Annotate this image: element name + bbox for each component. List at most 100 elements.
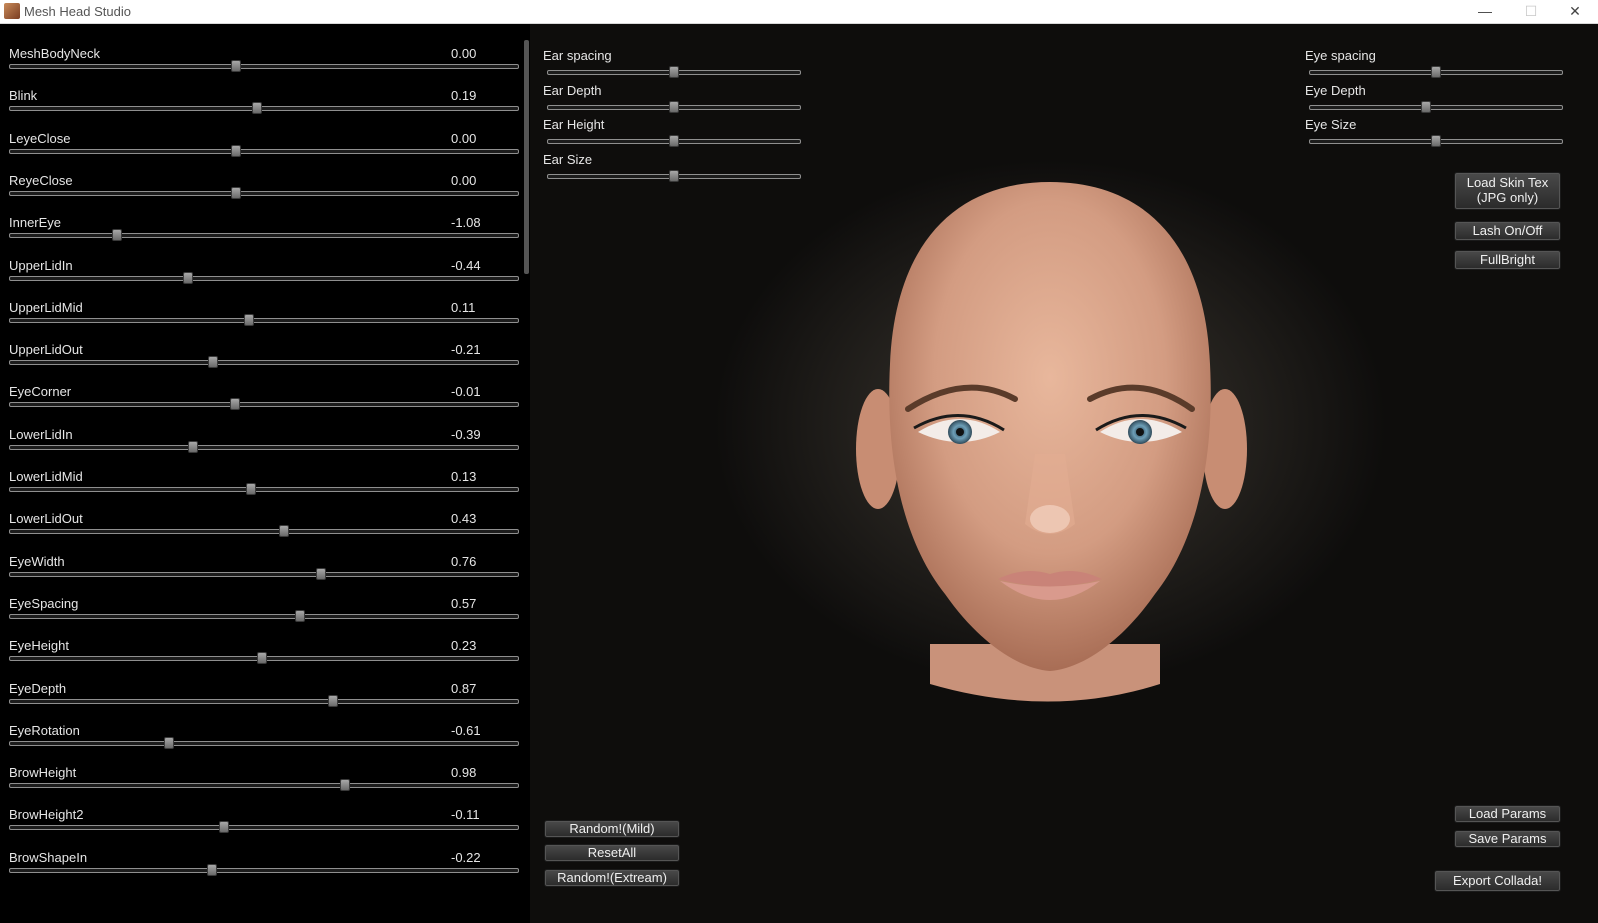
param-slider-track[interactable] xyxy=(9,740,519,746)
param-label: LeyeClose xyxy=(9,130,71,146)
param-slider-thumb[interactable] xyxy=(231,60,242,72)
param-label: UpperLidMid xyxy=(9,299,83,315)
param-value: -0.11 xyxy=(451,807,480,823)
param-slider-track[interactable] xyxy=(9,698,519,704)
param-slider-thumb[interactable] xyxy=(243,313,254,326)
eye-control-thumb[interactable] xyxy=(1431,66,1441,78)
param-slider-thumb[interactable] xyxy=(340,779,351,792)
param-value: 0.57 xyxy=(451,595,477,611)
param-row: ReyeClose 0.00 xyxy=(9,173,519,216)
export-collada-button[interactable]: Export Collada! xyxy=(1434,870,1561,892)
param-slider-thumb[interactable] xyxy=(315,567,326,580)
fullbright-button[interactable]: FullBright xyxy=(1454,250,1561,270)
param-slider-thumb[interactable] xyxy=(231,186,242,199)
eye-control-thumb[interactable] xyxy=(1420,100,1431,113)
param-slider-thumb[interactable] xyxy=(206,863,217,876)
param-slider-track[interactable] xyxy=(9,64,519,69)
param-label: EyeSpacing xyxy=(9,595,79,611)
param-slider-track[interactable] xyxy=(9,402,519,408)
param-label: EyeCorner xyxy=(9,384,72,400)
param-slider-track[interactable] xyxy=(9,529,519,535)
load-skin-texture-button[interactable]: Load Skin Tex (JPG only) xyxy=(1454,172,1561,210)
param-row: InnerEye -1.08 xyxy=(9,215,519,258)
param-label: BrowHeight2 xyxy=(9,807,84,823)
param-slider-thumb[interactable] xyxy=(187,440,198,453)
param-label: LowerLidOut xyxy=(9,511,83,527)
param-slider-thumb[interactable] xyxy=(182,271,193,284)
param-row: EyeDepth 0.87 xyxy=(9,681,519,724)
param-slider-thumb[interactable] xyxy=(279,525,290,538)
param-value: 0.19 xyxy=(451,88,477,104)
param-slider-thumb[interactable] xyxy=(230,398,241,411)
close-button[interactable]: ✕ xyxy=(1552,0,1598,23)
param-value: 0.00 xyxy=(451,130,477,146)
param-label: UpperLidIn xyxy=(9,257,73,273)
param-slider-thumb[interactable] xyxy=(111,229,122,242)
param-slider-track[interactable] xyxy=(9,825,519,831)
param-label: EyeWidth xyxy=(9,553,65,569)
param-slider-track[interactable] xyxy=(9,613,519,619)
save-params-button[interactable]: Save Params xyxy=(1454,830,1561,848)
ear-control-thumb[interactable] xyxy=(669,66,679,78)
param-value: 0.43 xyxy=(451,511,477,527)
ear-control-label: Ear Depth xyxy=(543,82,602,98)
panel-scrollbar[interactable] xyxy=(524,40,529,274)
param-slider-thumb[interactable] xyxy=(245,483,256,495)
param-value: 0.13 xyxy=(451,469,477,484)
random-mild-button[interactable]: Random!(Mild) xyxy=(544,820,680,838)
param-row: BrowHeight2 -0.11 xyxy=(9,807,519,850)
param-slider-track[interactable] xyxy=(9,571,519,577)
param-slider-track[interactable] xyxy=(9,275,519,281)
title-bar: Mesh Head Studio — ☐ ✕ xyxy=(0,0,1598,24)
parameter-panel: MeshBodyNeck 0.00 Blink 0.19 LeyeClose 0.00 Re… xyxy=(0,24,530,923)
param-label: BrowShapeIn xyxy=(9,849,88,865)
param-slider-track[interactable] xyxy=(9,148,519,154)
param-label: EyeDepth xyxy=(9,680,67,696)
param-slider-track[interactable] xyxy=(9,233,519,239)
param-slider-track[interactable] xyxy=(9,487,519,492)
param-slider-thumb[interactable] xyxy=(256,652,267,665)
maximize-button[interactable]: ☐ xyxy=(1508,0,1554,23)
ear-control-thumb[interactable] xyxy=(669,100,679,113)
reset-all-button[interactable]: ResetAll xyxy=(544,844,680,862)
param-value: 0.11 xyxy=(451,299,476,315)
param-slider-thumb[interactable] xyxy=(208,356,219,369)
param-label: BrowHeight xyxy=(9,765,77,781)
eye-control-thumb[interactable] xyxy=(1431,135,1441,147)
param-label: EyeHeight xyxy=(9,638,69,654)
param-value: 0.76 xyxy=(451,553,477,569)
param-value: 0.98 xyxy=(451,765,477,781)
minimize-button[interactable]: — xyxy=(1462,0,1508,23)
param-slider-track[interactable] xyxy=(9,317,519,323)
param-slider-thumb[interactable] xyxy=(252,102,263,115)
param-slider-thumb[interactable] xyxy=(295,609,306,622)
param-row: EyeSpacing 0.57 xyxy=(9,596,519,639)
load-params-button[interactable]: Load Params xyxy=(1454,805,1561,823)
param-slider-track[interactable] xyxy=(9,190,519,196)
param-slider-thumb[interactable] xyxy=(218,821,229,834)
param-row: EyeRotation -0.61 xyxy=(9,723,519,766)
param-slider-thumb[interactable] xyxy=(328,694,339,707)
param-slider-track[interactable] xyxy=(9,444,519,450)
app-icon xyxy=(4,3,20,19)
head-viewport[interactable]: Ear spacing Ear Depth Ear Height Ear Size E… xyxy=(530,24,1598,923)
param-slider-track[interactable] xyxy=(9,360,519,366)
param-slider-track[interactable] xyxy=(9,867,519,873)
param-value: -0.21 xyxy=(451,342,481,358)
param-row: BrowShapeIn -0.22 xyxy=(9,850,519,893)
param-slider-thumb[interactable] xyxy=(231,144,242,157)
param-value: -0.39 xyxy=(451,426,481,442)
param-value: 0.00 xyxy=(451,172,477,188)
lash-toggle-button[interactable]: Lash On/Off xyxy=(1454,221,1561,241)
ear-control-thumb[interactable] xyxy=(669,135,679,147)
ear-control-thumb[interactable] xyxy=(669,169,679,182)
ear-control-label: Ear Height xyxy=(543,117,605,132)
random-extream-button[interactable]: Random!(Extream) xyxy=(544,869,680,887)
param-slider-track[interactable] xyxy=(9,106,519,112)
param-label: Blink xyxy=(9,88,38,104)
param-label: InnerEye xyxy=(9,215,62,231)
eye-control-track[interactable] xyxy=(1309,104,1563,110)
param-slider-thumb[interactable] xyxy=(164,736,174,749)
param-value: 0.23 xyxy=(451,638,477,654)
param-slider-track[interactable] xyxy=(9,783,519,789)
